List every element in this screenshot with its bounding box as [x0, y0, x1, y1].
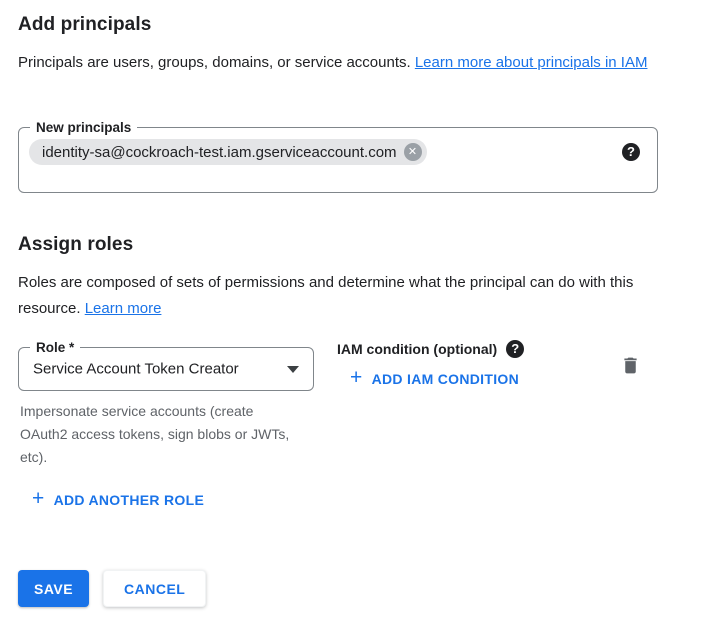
add-principals-description: Principals are users, groups, domains, o… [18, 50, 670, 76]
new-principals-label: New principals [30, 120, 137, 135]
add-principals-title: Add principals [18, 14, 151, 36]
role-select[interactable]: Role * Service Account Token Creator [18, 347, 314, 391]
help-icon[interactable]: ? [622, 143, 640, 161]
add-another-role-label: ADD ANOTHER ROLE [54, 492, 205, 508]
assign-roles-title: Assign roles [18, 234, 133, 256]
add-principals-panel: Add principals Principals are users, gro… [0, 0, 713, 629]
add-another-role-button[interactable]: + ADD ANOTHER ROLE [32, 492, 204, 508]
save-button[interactable]: SAVE [18, 570, 89, 607]
learn-more-principals-link[interactable]: Learn more about principals in IAM [415, 54, 648, 71]
arrow-drop-down-icon [287, 366, 299, 373]
plus-icon: + [32, 490, 45, 508]
add-principals-description-text: Principals are users, groups, domains, o… [18, 54, 415, 71]
chip-remove-icon[interactable]: ✕ [404, 143, 422, 161]
new-principals-field[interactable]: New principals identity-sa@cockroach-tes… [18, 127, 658, 193]
cancel-button[interactable]: CANCEL [103, 570, 206, 607]
add-iam-condition-button[interactable]: + ADD IAM CONDITION [350, 371, 519, 387]
delete-role-button[interactable] [617, 352, 643, 378]
role-select-value: Service Account Token Creator [33, 361, 239, 378]
role-helper-text: Impersonate service accounts (create OAu… [20, 400, 294, 469]
principal-chip[interactable]: identity-sa@cockroach-test.iam.gservicea… [29, 139, 427, 165]
help-icon[interactable]: ? [506, 340, 524, 358]
role-select-label: Role * [30, 340, 80, 355]
learn-more-roles-link[interactable]: Learn more [85, 300, 162, 317]
assign-roles-description: Roles are composed of sets of permission… [18, 270, 638, 322]
iam-condition-header: IAM condition (optional) ? [337, 340, 524, 358]
iam-condition-label: IAM condition (optional) [337, 341, 497, 357]
principal-chip-text: identity-sa@cockroach-test.iam.gservicea… [42, 144, 397, 161]
plus-icon: + [350, 369, 363, 387]
trash-icon [620, 355, 641, 376]
add-iam-condition-label: ADD IAM CONDITION [372, 371, 519, 387]
